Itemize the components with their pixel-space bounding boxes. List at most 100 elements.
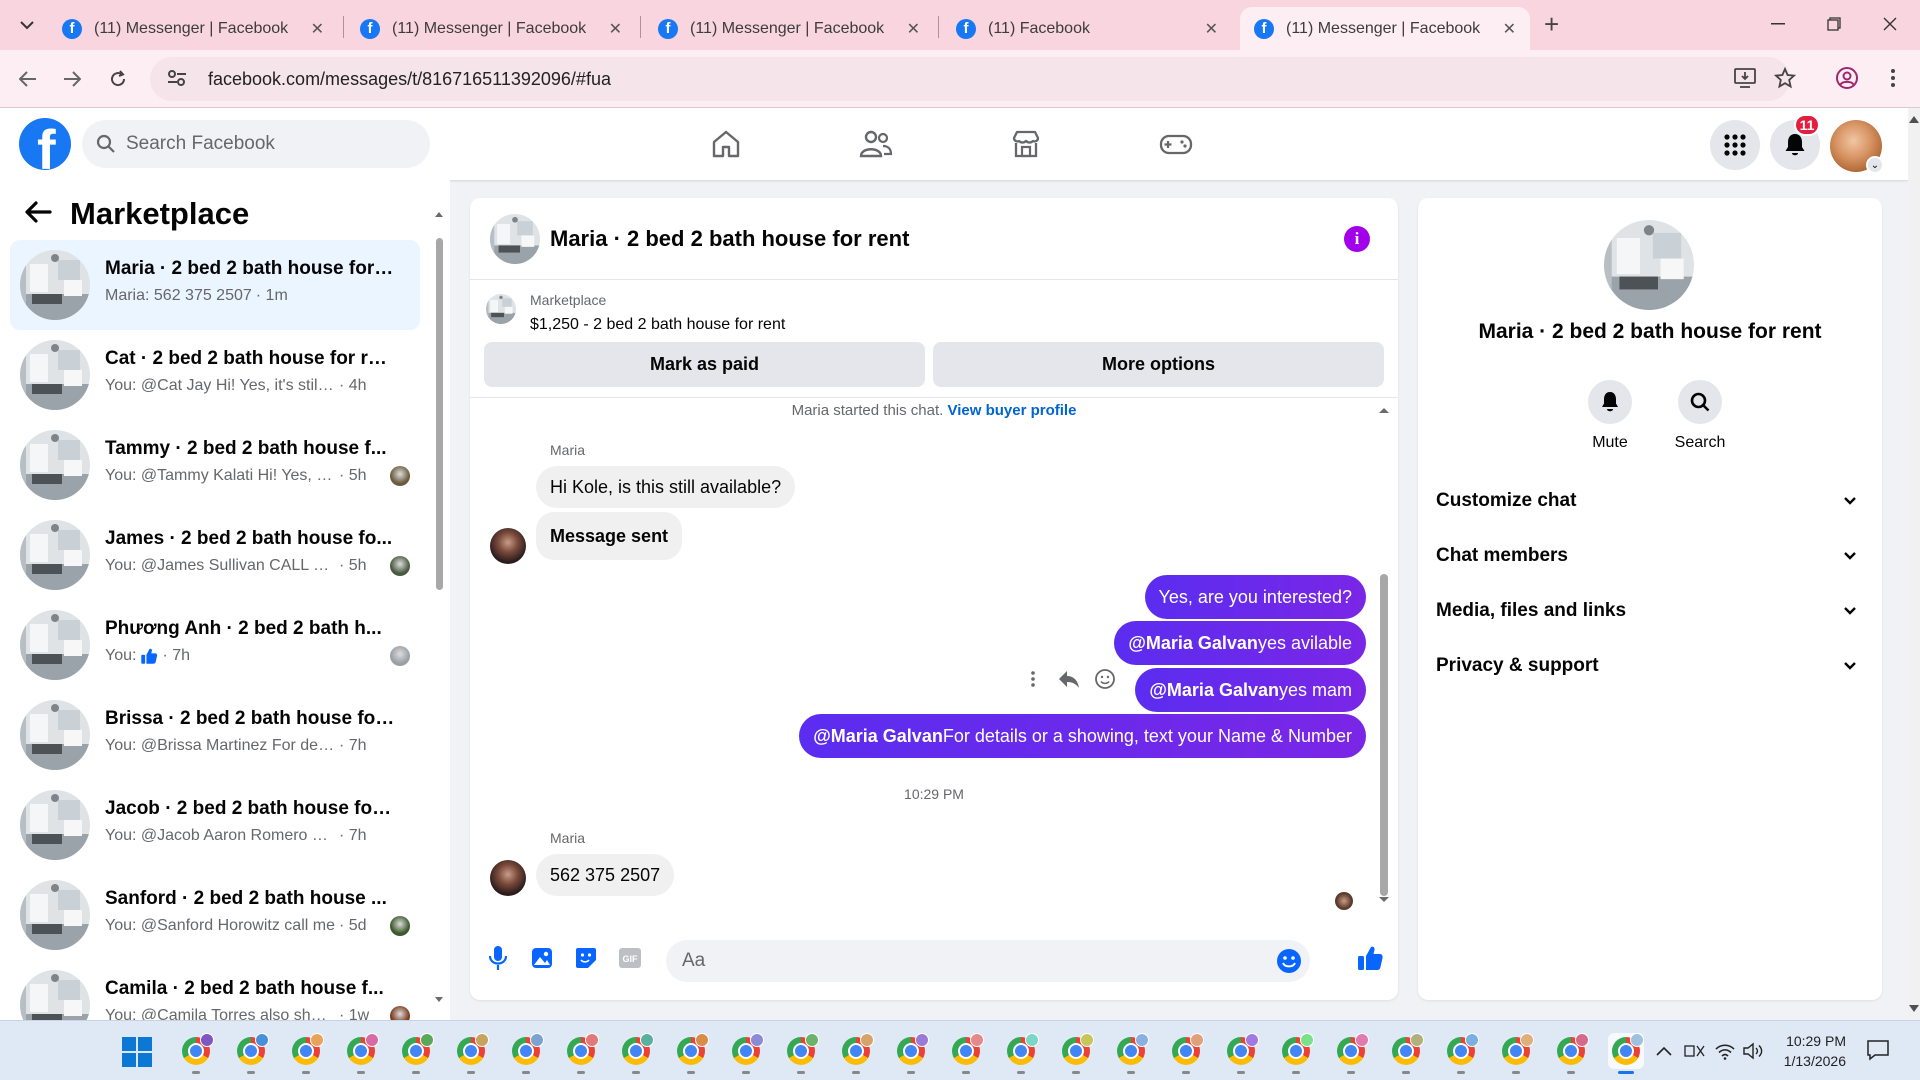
more-options-button[interactable]: More options	[933, 342, 1384, 387]
conversation-item[interactable]: Tammy · 2 bed 2 bath house f... You: @Tam…	[10, 420, 420, 510]
facebook-search-input[interactable]	[126, 133, 406, 155]
volume-icon[interactable]	[1742, 1039, 1764, 1063]
chrome-app-icon[interactable]	[1168, 1033, 1204, 1074]
close-tab-icon[interactable]: ✕	[1205, 19, 1218, 39]
chrome-app-icon[interactable]	[1113, 1033, 1149, 1074]
chrome-app-icon[interactable]	[673, 1033, 709, 1074]
wifi-icon[interactable]	[1714, 1039, 1736, 1063]
outgoing-message[interactable]: @Maria Galvan For details or a showing, …	[799, 714, 1366, 758]
conversation-item[interactable]: Maria · 2 bed 2 bath house for r... Maria…	[10, 240, 420, 330]
reply-icon[interactable]	[1058, 669, 1080, 689]
outgoing-message[interactable]: @Maria Galvan yes avilable	[1114, 621, 1366, 665]
chat-members-section[interactable]: Chat members	[1436, 535, 1866, 577]
browser-tab-1[interactable]: f (11) Messenger | Facebook ✕	[48, 7, 338, 50]
conversation-item[interactable]: Phương Anh · 2 bed 2 bath h... You: · 7h	[10, 600, 420, 690]
scrollbar-thumb[interactable]	[1380, 574, 1388, 896]
chrome-app-icon[interactable]	[783, 1033, 819, 1074]
gif-icon[interactable]: GIF	[616, 944, 644, 972]
chrome-app-icon[interactable]	[453, 1033, 489, 1074]
listing-price-title[interactable]: $1,250 - 2 bed 2 bath house for rent	[530, 316, 785, 334]
home-icon[interactable]	[706, 124, 746, 164]
incoming-message[interactable]: 562 375 2507	[536, 854, 675, 896]
browser-tab-4[interactable]: f (11) Facebook ✕	[942, 7, 1232, 50]
mention[interactable]: @Maria Galvan	[1149, 680, 1279, 701]
chrome-app-icon[interactable]	[618, 1033, 654, 1074]
chrome-app-icon[interactable]	[398, 1033, 434, 1074]
forward-button[interactable]	[58, 65, 86, 93]
restore-window-button[interactable]	[1820, 10, 1848, 38]
friends-icon[interactable]	[856, 124, 896, 164]
back-button[interactable]	[14, 65, 42, 93]
conversation-item[interactable]: Brissa · 2 bed 2 bath house for r... You:…	[10, 690, 420, 780]
conversation-list-scrollbar[interactable]	[434, 210, 444, 1005]
browser-menu-icon[interactable]	[1878, 63, 1908, 93]
chrome-app-icon[interactable]	[1553, 1033, 1589, 1074]
reload-button[interactable]	[104, 65, 132, 93]
facebook-search-bar[interactable]	[82, 120, 430, 168]
mention[interactable]: @Maria Galvan	[813, 726, 943, 747]
site-info-icon[interactable]	[166, 67, 190, 91]
browser-tab-5-active[interactable]: f (11) Messenger | Facebook ✕	[1240, 7, 1530, 50]
outgoing-message[interactable]: @Maria Galvan yes mam	[1135, 668, 1366, 712]
chrome-app-icon[interactable]	[1498, 1033, 1534, 1074]
new-tab-button[interactable]: +	[1544, 11, 1559, 37]
chrome-app-icon[interactable]	[1333, 1033, 1369, 1074]
system-clock[interactable]: 10:29 PM 1/13/2026	[1770, 1031, 1846, 1071]
mention[interactable]: @Maria Galvan	[1128, 633, 1258, 654]
sender-avatar[interactable]	[490, 860, 526, 896]
customize-chat-section[interactable]: Customize chat	[1436, 480, 1866, 522]
microphone-icon[interactable]	[484, 944, 512, 972]
sender-avatar[interactable]	[490, 528, 526, 564]
conversation-item[interactable]: Sanford · 2 bed 2 bath house ... You: @Sa…	[10, 870, 420, 960]
browser-tab-2[interactable]: f (11) Messenger | Facebook ✕	[346, 7, 636, 50]
menu-grid-button[interactable]	[1710, 120, 1760, 170]
bell-icon[interactable]	[1588, 380, 1632, 424]
browser-tab-3[interactable]: f (11) Messenger | Facebook ✕	[644, 7, 934, 50]
outgoing-message[interactable]: Yes, are you interested?	[1144, 575, 1366, 619]
close-tab-icon[interactable]: ✕	[609, 19, 622, 39]
react-emoji-icon[interactable]	[1094, 668, 1116, 690]
view-buyer-profile-link[interactable]: View buyer profile	[947, 402, 1076, 419]
conversation-item[interactable]: Jacob · 2 bed 2 bath house for r... You: …	[10, 780, 420, 870]
account-avatar[interactable]: ⌄	[1830, 120, 1884, 174]
install-app-icon[interactable]	[1730, 63, 1760, 93]
listing-thumbnail[interactable]	[1604, 220, 1694, 310]
marketplace-icon[interactable]	[1006, 124, 1046, 164]
search-icon[interactable]	[1678, 380, 1722, 424]
chrome-app-icon[interactable]	[893, 1033, 929, 1074]
show-hidden-icons-icon[interactable]	[1656, 1039, 1672, 1063]
media-files-links-section[interactable]: Media, files and links	[1436, 590, 1866, 632]
tab-search-chevron-icon[interactable]	[14, 12, 40, 38]
emoji-icon[interactable]	[1276, 948, 1302, 974]
chrome-app-icon[interactable]	[1223, 1033, 1259, 1074]
message-input-box[interactable]	[666, 940, 1310, 982]
close-window-button[interactable]	[1876, 10, 1904, 38]
chrome-app-icon[interactable]	[1443, 1033, 1479, 1074]
listing-thumbnail[interactable]	[490, 214, 540, 264]
input-language-icon[interactable]	[1684, 1039, 1706, 1063]
chrome-app-icon[interactable]	[178, 1033, 214, 1074]
chrome-app-icon[interactable]	[1608, 1033, 1644, 1074]
chrome-app-icon[interactable]	[288, 1033, 324, 1074]
more-actions-icon[interactable]	[1030, 670, 1036, 688]
chrome-app-icon[interactable]	[508, 1033, 544, 1074]
minimize-window-button[interactable]	[1764, 10, 1792, 38]
privacy-support-section[interactable]: Privacy & support	[1436, 645, 1866, 687]
search-action[interactable]: Search	[1660, 380, 1740, 452]
mark-as-paid-button[interactable]: Mark as paid	[484, 342, 925, 387]
conversation-item[interactable]: James · 2 bed 2 bath house fo... You: @Ja…	[10, 510, 420, 600]
chrome-app-icon[interactable]	[838, 1033, 874, 1074]
incoming-message[interactable]: Hi Kole, is this still available?	[536, 466, 796, 508]
info-icon[interactable]: i	[1344, 226, 1370, 252]
page-scrollbar[interactable]	[1908, 108, 1920, 1020]
incoming-message[interactable]: Message sent	[536, 512, 683, 560]
mute-action[interactable]: Mute	[1570, 380, 1650, 452]
chrome-app-icon[interactable]	[563, 1033, 599, 1074]
chrome-app-icon[interactable]	[1058, 1033, 1094, 1074]
thumbs-up-icon[interactable]	[1354, 942, 1386, 974]
chrome-app-icon[interactable]	[728, 1033, 764, 1074]
address-bar[interactable]: facebook.com/messages/t/816716511392096/…	[150, 57, 1790, 101]
facebook-logo-icon[interactable]: f	[19, 118, 71, 170]
close-tab-icon[interactable]: ✕	[311, 19, 324, 39]
profile-icon[interactable]	[1832, 63, 1862, 93]
